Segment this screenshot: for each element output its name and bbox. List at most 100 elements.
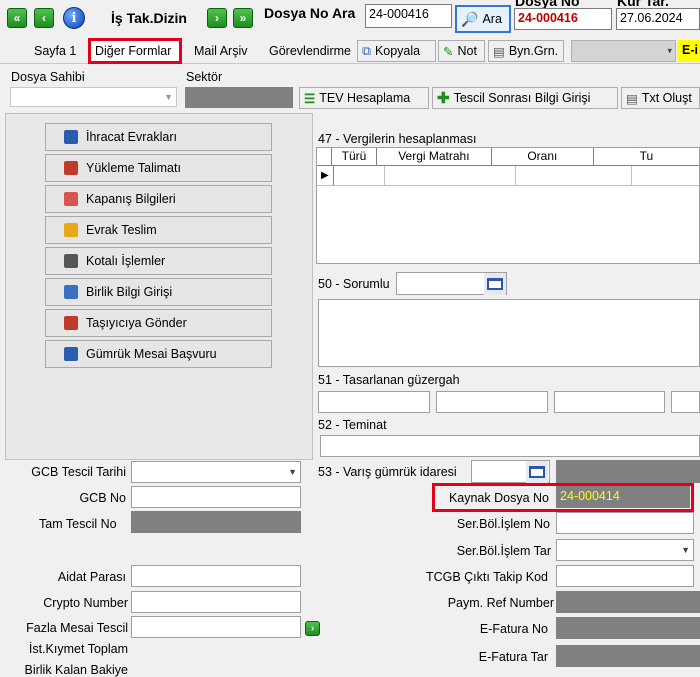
gcb-tescil-tarihi-input[interactable]: ▼ (131, 461, 301, 483)
lookup-icon (529, 466, 545, 478)
last-record-button[interactable]: » (233, 8, 253, 28)
form-menu-button[interactable]: Yükleme Talimatı (45, 154, 272, 182)
tab-diger-formlar[interactable]: Diğer Formlar (88, 38, 182, 64)
e-indicator: E-i (677, 40, 700, 62)
calendar-icon (64, 254, 78, 268)
ser-bol-islem-no-label: Ser.Böl.İşlem No (456, 517, 550, 531)
ser-bol-islem-tar-label: Ser.Böl.İşlem Tar (456, 544, 551, 558)
varis-lookup-button[interactable] (526, 461, 548, 483)
grid-header-vergi-matrahi[interactable]: Vergi Matrahı (377, 148, 492, 165)
e-fatura-no-label: E-Fatura No (479, 622, 548, 636)
folder-icon (64, 223, 78, 237)
fazla-mesai-tescil-label: Fazla Mesai Tescil (26, 621, 128, 635)
form-menu-button[interactable]: Taşıyıcıya Gönder (45, 309, 272, 337)
document-icon: ▤ (493, 44, 505, 59)
crypto-number-input[interactable] (131, 591, 301, 613)
tescil-sonrasi-button[interactable]: ✚ Tescil Sonrası Bilgi Girişi (432, 87, 618, 109)
chevron-down-icon[interactable]: ▼ (288, 467, 297, 477)
sorumlu-lookup-button[interactable] (484, 273, 506, 295)
tab-mail-arsiv[interactable]: Mail Arşiv (190, 40, 251, 62)
guzergah-input-4[interactable] (671, 391, 700, 413)
table-row[interactable]: ▶ (317, 166, 699, 186)
txt-olustur-button[interactable]: ▤ Txt Oluşt (621, 87, 700, 109)
truck-icon (64, 316, 78, 330)
form-menu-button[interactable]: İhracat Evrakları (45, 123, 272, 151)
aidat-parasi-input[interactable] (131, 565, 301, 587)
tam-tescil-no-label: Tam Tescil No (39, 517, 117, 531)
e-fatura-tar-field (556, 645, 700, 667)
guzergah-input-3[interactable] (554, 391, 665, 413)
people-icon (64, 285, 78, 299)
document-list-icon (64, 130, 78, 144)
kur-tar-value: 27.06.2024 (616, 8, 700, 30)
form-menu-label: Taşıyıcıya Gönder (86, 316, 187, 330)
aidat-parasi-label: Aidat Parası (57, 570, 126, 584)
dosya-no-ara-label: Dosya No Ara (264, 5, 356, 21)
close-document-icon (64, 192, 78, 206)
sorumlu-textarea[interactable] (318, 299, 700, 367)
next-record-button[interactable]: › (207, 8, 227, 28)
fazla-mesai-go-button[interactable]: › (305, 621, 320, 636)
tcgb-cikti-takip-kod-label: TCGB Çıktı Takip Kod (425, 570, 548, 584)
form-menu-button[interactable]: Gümrük Mesai Başvuru (45, 340, 272, 368)
fazla-mesai-tescil-input[interactable] (131, 616, 301, 638)
left-arrow-icon: ‹ (42, 11, 46, 25)
form-menu-button[interactable]: Kapanış Bilgileri (45, 185, 272, 213)
vergi-grid[interactable]: Türü Vergi Matrahı Oranı Tu ▶ (316, 147, 700, 264)
grid-header-turu[interactable]: Türü (332, 148, 377, 165)
vergi-label: 47 - Vergilerin hesaplanması (318, 132, 477, 146)
sektor-field (185, 87, 293, 108)
byn-grn-button[interactable]: ▤ Byn.Grn. (488, 40, 564, 62)
form-menu-label: Kotalı İşlemler (86, 254, 166, 268)
tcgb-cikti-takip-kod-input[interactable] (556, 565, 694, 587)
grid-header-tutar[interactable]: Tu (594, 148, 699, 165)
teminat-label: 52 - Teminat (318, 418, 387, 432)
crypto-number-label: Crypto Number (43, 596, 128, 610)
vergi-grid-header: Türü Vergi Matrahı Oranı Tu (317, 148, 699, 166)
form-menu-label: Kapanış Bilgileri (86, 192, 176, 206)
e-fatura-no-field (556, 617, 700, 639)
note-icon: ✎ (443, 44, 454, 59)
tev-hesaplama-button[interactable]: ☰ TEV Hesaplama (299, 87, 429, 109)
chevron-down-icon[interactable]: ▼ (681, 545, 690, 555)
kaynak-dosya-no-label: Kaynak Dosya No (448, 491, 549, 505)
form-menu-button[interactable]: Birlik Bilgi Girişi (45, 278, 272, 306)
not-button[interactable]: ✎ Not (438, 40, 485, 62)
double-right-arrow-icon: » (239, 11, 247, 25)
right-arrow-icon: › (310, 623, 315, 634)
dosya-no-ara-input[interactable]: 24-000416 (365, 4, 452, 28)
first-record-button[interactable]: « (7, 8, 27, 28)
guzergah-input-2[interactable] (436, 391, 548, 413)
guzergah-input-1[interactable] (318, 391, 430, 413)
form-menu-button[interactable]: Evrak Teslim (45, 216, 272, 244)
gcb-no-input[interactable] (131, 486, 301, 508)
dosya-no-value: 24-000416 (514, 8, 612, 30)
previous-record-button[interactable]: ‹ (34, 8, 54, 28)
ser-bol-islem-no-input[interactable] (556, 512, 694, 534)
form-menu-button[interactable]: Kotalı İşlemler (45, 247, 272, 275)
ser-bol-islem-tar-input[interactable]: ▼ (556, 539, 694, 561)
birlik-kalan-bakiye-label: Birlik Kalan Bakiye (24, 663, 128, 677)
row-pointer-icon: ▶ (317, 166, 334, 185)
magnifier-icon: 🔎 (461, 10, 479, 27)
chevron-down-icon: ▾ (667, 45, 672, 56)
sektor-label: Sektör (186, 70, 223, 84)
copy-icon: ⧉ (362, 43, 371, 58)
double-left-arrow-icon: « (13, 11, 21, 25)
plus-icon: ✚ (437, 90, 450, 107)
teminat-input[interactable] (320, 435, 700, 457)
form-menu-label: Gümrük Mesai Başvuru (86, 347, 217, 361)
guzergah-label: 51 - Tasarlanan güzergah (318, 373, 460, 387)
kopyala-button[interactable]: ⧉ Kopyala (357, 40, 436, 62)
grid-header-orani[interactable]: Oranı (492, 148, 594, 165)
tab-combo[interactable]: ▾ (571, 40, 676, 62)
info-button[interactable]: i (63, 7, 85, 29)
ara-button[interactable]: 🔎 Ara (455, 5, 511, 33)
dosya-sahibi-label: Dosya Sahibi (11, 70, 85, 84)
tab-sayfa-1[interactable]: Sayfa 1 (30, 40, 80, 62)
tab-gorevlendirme[interactable]: Görevlendirme (265, 40, 355, 62)
pencil-note-icon (64, 347, 78, 361)
dosya-sahibi-select[interactable]: ▼ (10, 87, 177, 107)
window-title: İş Tak.Dizin (111, 10, 187, 26)
sorumlu-label: 50 - Sorumlu (318, 277, 390, 291)
